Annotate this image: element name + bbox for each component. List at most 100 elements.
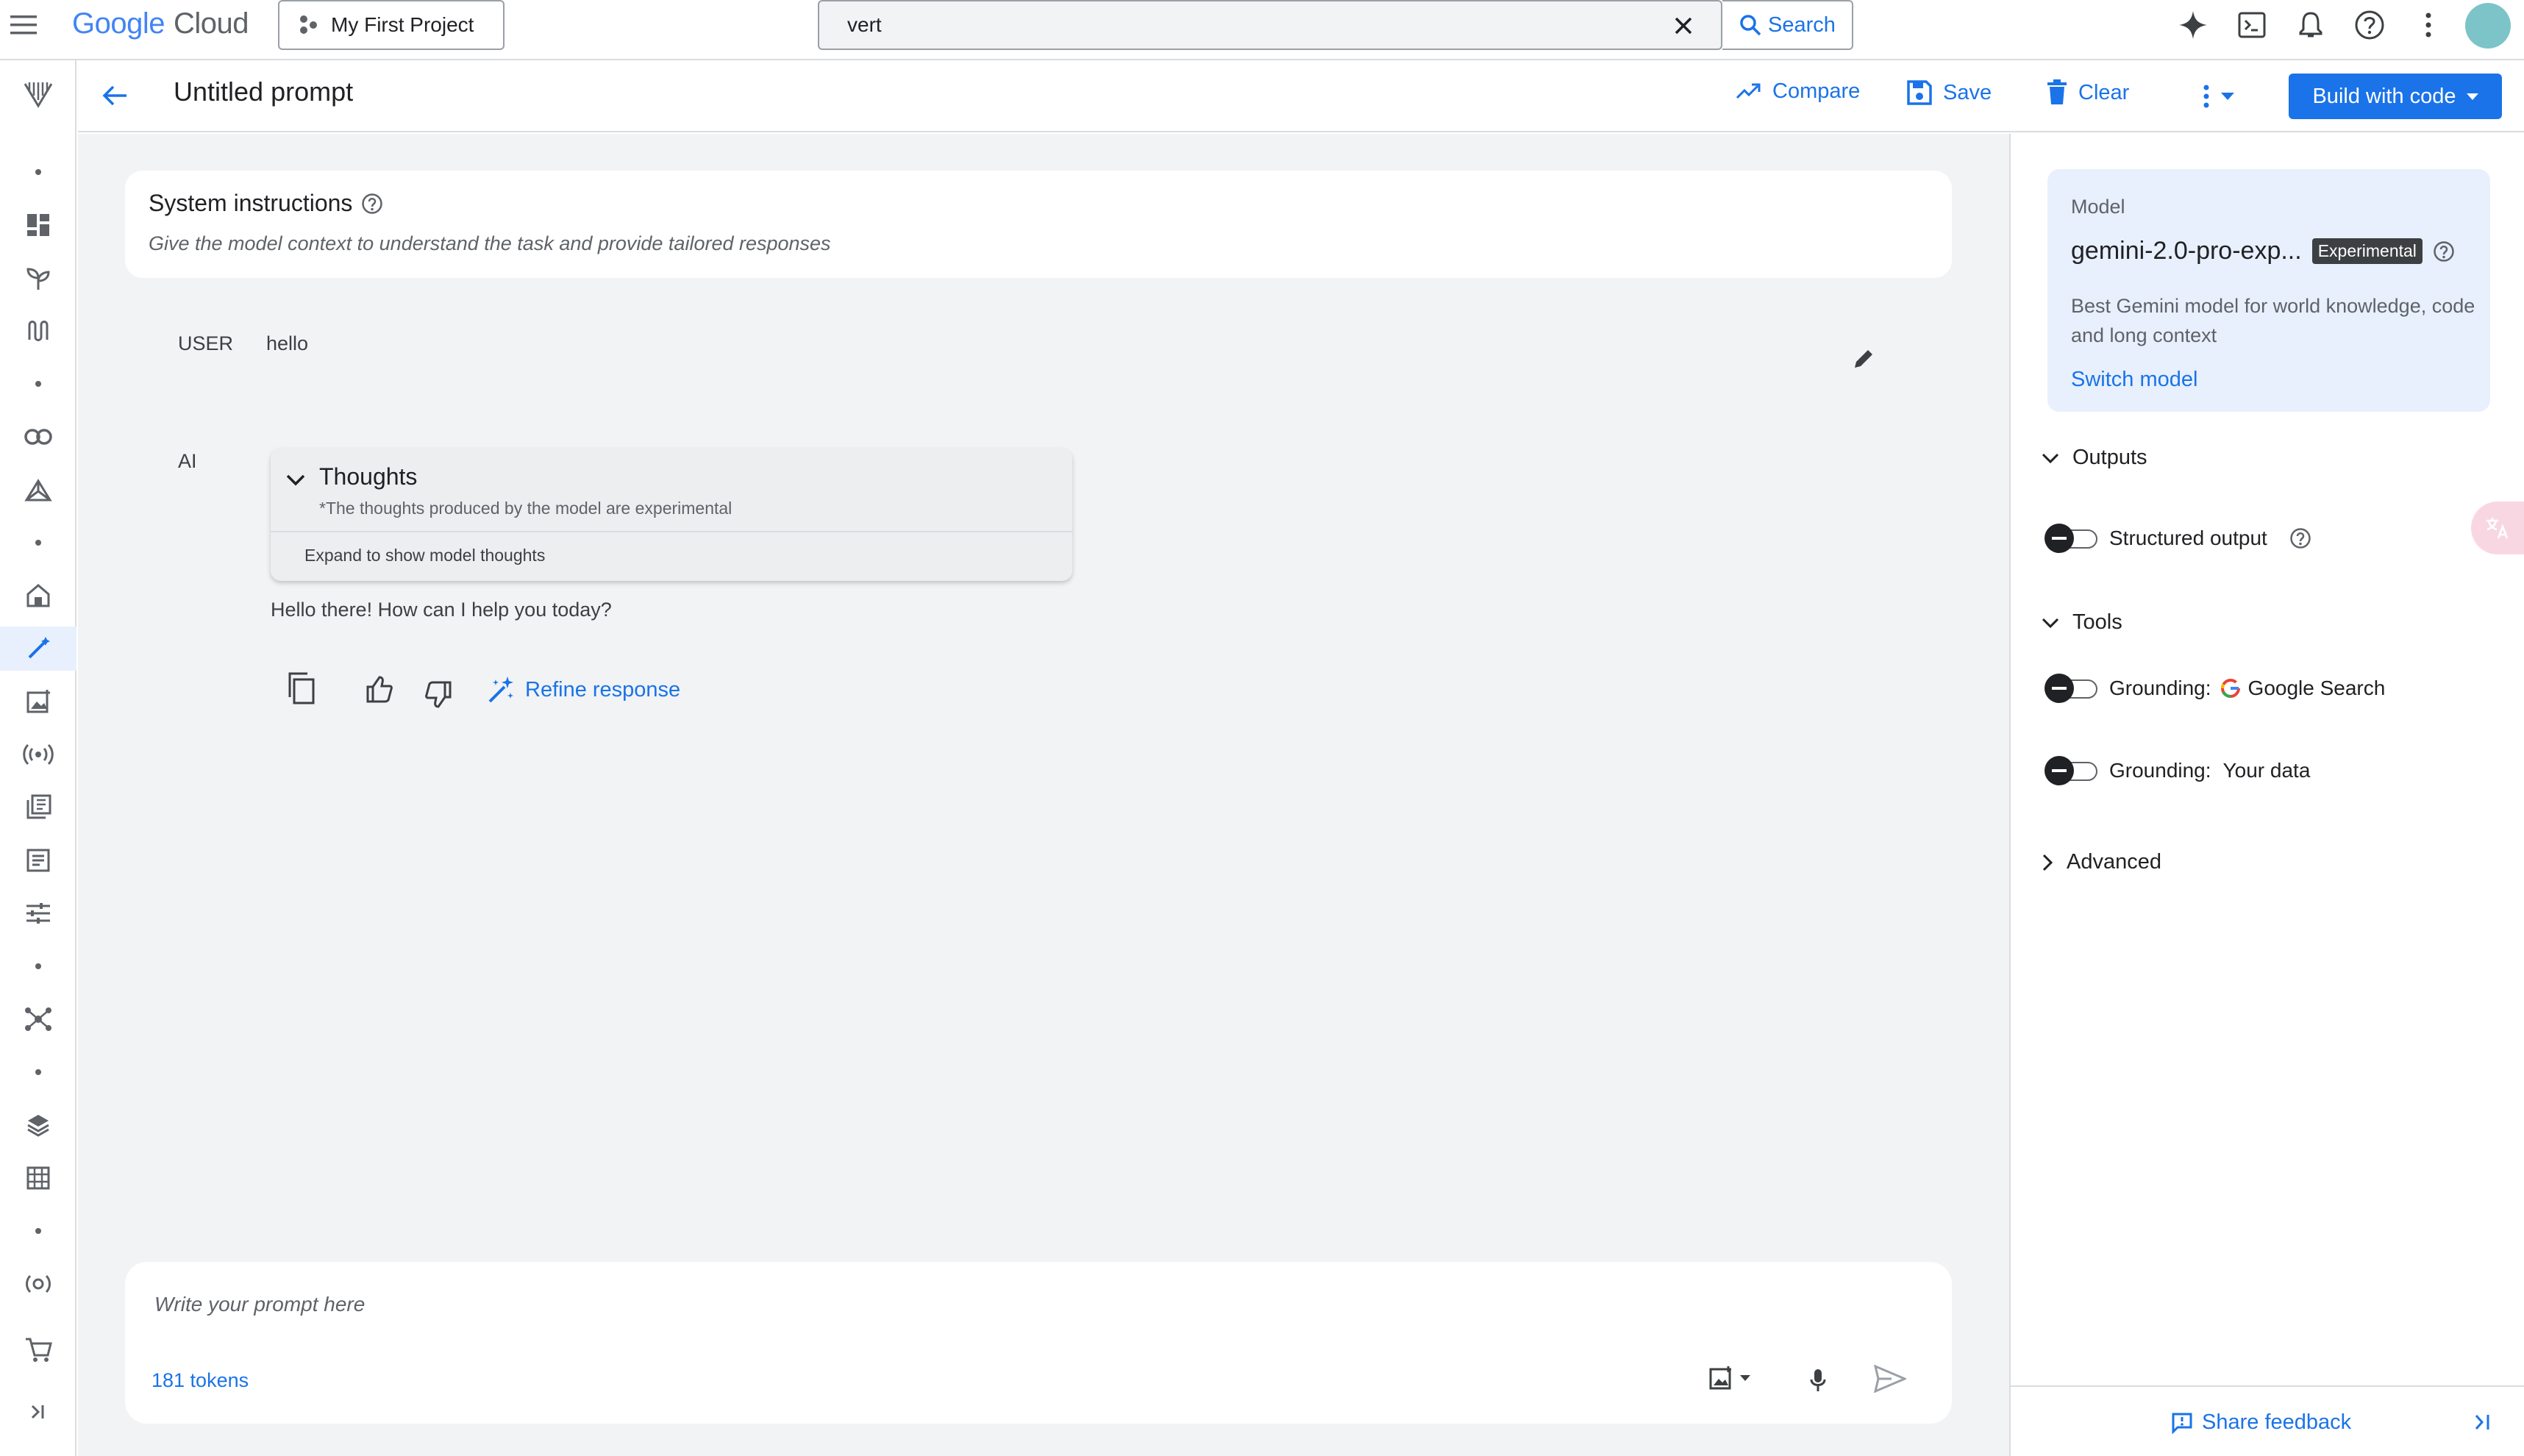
switch-model-link[interactable]: Switch model — [2071, 368, 2197, 392]
help-icon[interactable] — [361, 193, 383, 215]
system-instructions-heading: System instructions — [149, 190, 383, 217]
copy-icon[interactable] — [287, 672, 316, 704]
grounding-google-search-row: Grounding: Google Search — [2044, 674, 2385, 703]
compare-icon — [1736, 83, 1761, 99]
back-arrow-icon[interactable] — [100, 81, 129, 110]
help-icon[interactable] — [2353, 9, 2386, 41]
grounding-your-data-value: Your data — [2222, 759, 2311, 782]
grounding-label: Grounding: — [2109, 677, 2211, 699]
tools-label: Tools — [2072, 610, 2122, 634]
pipelines-icon[interactable] — [0, 309, 76, 353]
help-icon[interactable] — [2433, 240, 2455, 263]
token-count[interactable]: 181 tokens — [151, 1369, 249, 1392]
divider — [271, 531, 1072, 532]
left-nav-rail — [0, 60, 76, 1456]
user-message: hello — [266, 332, 309, 354]
help-icon[interactable] — [2289, 527, 2311, 549]
colab-icon[interactable] — [0, 415, 76, 459]
microphone-icon[interactable] — [1809, 1368, 1827, 1393]
menu-icon[interactable] — [9, 13, 38, 37]
thoughts-panel[interactable]: Thoughts *The thoughts produced by the m… — [271, 449, 1072, 581]
panel-footer: Share feedback — [2011, 1385, 2524, 1456]
build-with-code-button[interactable]: Build with code — [2289, 74, 2502, 119]
notifications-bell-icon[interactable] — [2295, 9, 2327, 41]
thumbs-down-icon[interactable] — [424, 679, 453, 709]
dropdown-caret-icon — [2221, 93, 2234, 100]
rail-dot — [0, 362, 76, 406]
rail-dot — [0, 1209, 76, 1253]
clear-button[interactable]: Clear — [2046, 79, 2129, 106]
collapse-panel-icon[interactable] — [2473, 1412, 2493, 1432]
rail-dot — [0, 521, 76, 565]
monitoring-icon[interactable] — [0, 1262, 76, 1306]
clear-search-icon[interactable] — [1672, 15, 1694, 37]
grid-table-icon[interactable] — [0, 1156, 76, 1200]
docs-icon[interactable] — [0, 838, 76, 882]
outputs-section-toggle[interactable]: Outputs — [2042, 446, 2147, 470]
prompt-design-icon[interactable] — [0, 627, 76, 671]
search-button[interactable]: Search — [1722, 0, 1853, 50]
search-bar[interactable]: vert — [818, 0, 1722, 50]
expand-rail-icon[interactable] — [0, 1390, 76, 1434]
save-label: Save — [1943, 80, 1992, 104]
model-hub-icon[interactable] — [0, 997, 76, 1041]
model-label: Model — [2071, 196, 2125, 218]
more-actions-menu[interactable] — [2202, 84, 2234, 109]
live-stream-icon[interactable] — [0, 732, 76, 777]
structured-output-toggle[interactable] — [2044, 524, 2099, 553]
page-title[interactable]: Untitled prompt — [174, 76, 353, 107]
system-instructions-card[interactable]: System instructions Give the model conte… — [125, 171, 1952, 278]
search-input[interactable]: vert — [847, 13, 882, 37]
project-selector[interactable]: My First Project — [278, 0, 505, 50]
feedback-icon — [2172, 1413, 2192, 1434]
save-button[interactable]: Save — [1906, 79, 1992, 106]
ai-role-label: AI — [178, 450, 197, 472]
thumbs-up-icon[interactable] — [365, 675, 394, 704]
vision-icon[interactable] — [0, 679, 76, 724]
library-icon[interactable] — [0, 785, 76, 829]
search-icon — [1740, 15, 1761, 36]
google-cloud-logo[interactable]: Google Cloud — [72, 7, 249, 40]
chevron-down-icon[interactable] — [285, 474, 306, 487]
rail-dot — [0, 944, 76, 988]
workbench-icon[interactable] — [0, 468, 76, 512]
cloud-shell-icon[interactable] — [2236, 9, 2268, 41]
google-g-icon — [2220, 678, 2240, 699]
thoughts-note: *The thoughts produced by the model are … — [319, 499, 732, 518]
insert-media-icon[interactable] — [1709, 1365, 1753, 1391]
grounding-your-data-toggle[interactable] — [2044, 756, 2099, 785]
share-feedback-button[interactable]: Share feedback — [2171, 1410, 2351, 1435]
home-icon[interactable] — [0, 574, 76, 618]
logo-cloud: Cloud — [173, 7, 249, 40]
more-vert-icon[interactable] — [2412, 9, 2445, 41]
user-role-label: USER — [178, 332, 234, 354]
marketplace-cart-icon[interactable] — [0, 1328, 76, 1372]
translate-icon[interactable] — [2471, 502, 2524, 554]
tuning-icon[interactable] — [0, 891, 76, 935]
model-garden-icon[interactable] — [0, 256, 76, 300]
vertex-ai-logo-icon[interactable] — [0, 71, 76, 115]
chevron-down-icon — [2042, 618, 2059, 628]
dashboard-icon[interactable] — [0, 203, 76, 247]
prompt-input[interactable] — [154, 1290, 1478, 1319]
edit-pencil-icon[interactable] — [1852, 347, 1875, 371]
structured-output-row: Structured output — [2044, 524, 2311, 553]
advanced-section-toggle[interactable]: Advanced — [2042, 850, 2161, 874]
compare-button[interactable]: Compare — [1736, 79, 1860, 104]
grounding-google-search-toggle[interactable] — [2044, 674, 2099, 703]
rail-dot — [0, 150, 76, 194]
tools-section-toggle[interactable]: Tools — [2042, 610, 2122, 635]
thoughts-title: Thoughts — [319, 463, 418, 490]
system-instructions-placeholder[interactable]: Give the model context to understand the… — [149, 232, 831, 255]
grounding-google-search-value: Google Search — [2247, 677, 2386, 699]
magic-wand-icon — [488, 677, 513, 703]
avatar[interactable] — [2465, 3, 2511, 49]
build-with-code-label: Build with code — [2312, 84, 2456, 108]
refine-response-button[interactable]: Refine response — [487, 675, 680, 704]
send-icon[interactable] — [1874, 1365, 1906, 1393]
advanced-label: Advanced — [2067, 850, 2161, 874]
expand-thoughts-link[interactable]: Expand to show model thoughts — [304, 546, 545, 565]
gemini-sparkle-icon[interactable] — [2177, 9, 2209, 41]
logo-google: Google — [72, 7, 165, 40]
layers-icon[interactable] — [0, 1103, 76, 1147]
